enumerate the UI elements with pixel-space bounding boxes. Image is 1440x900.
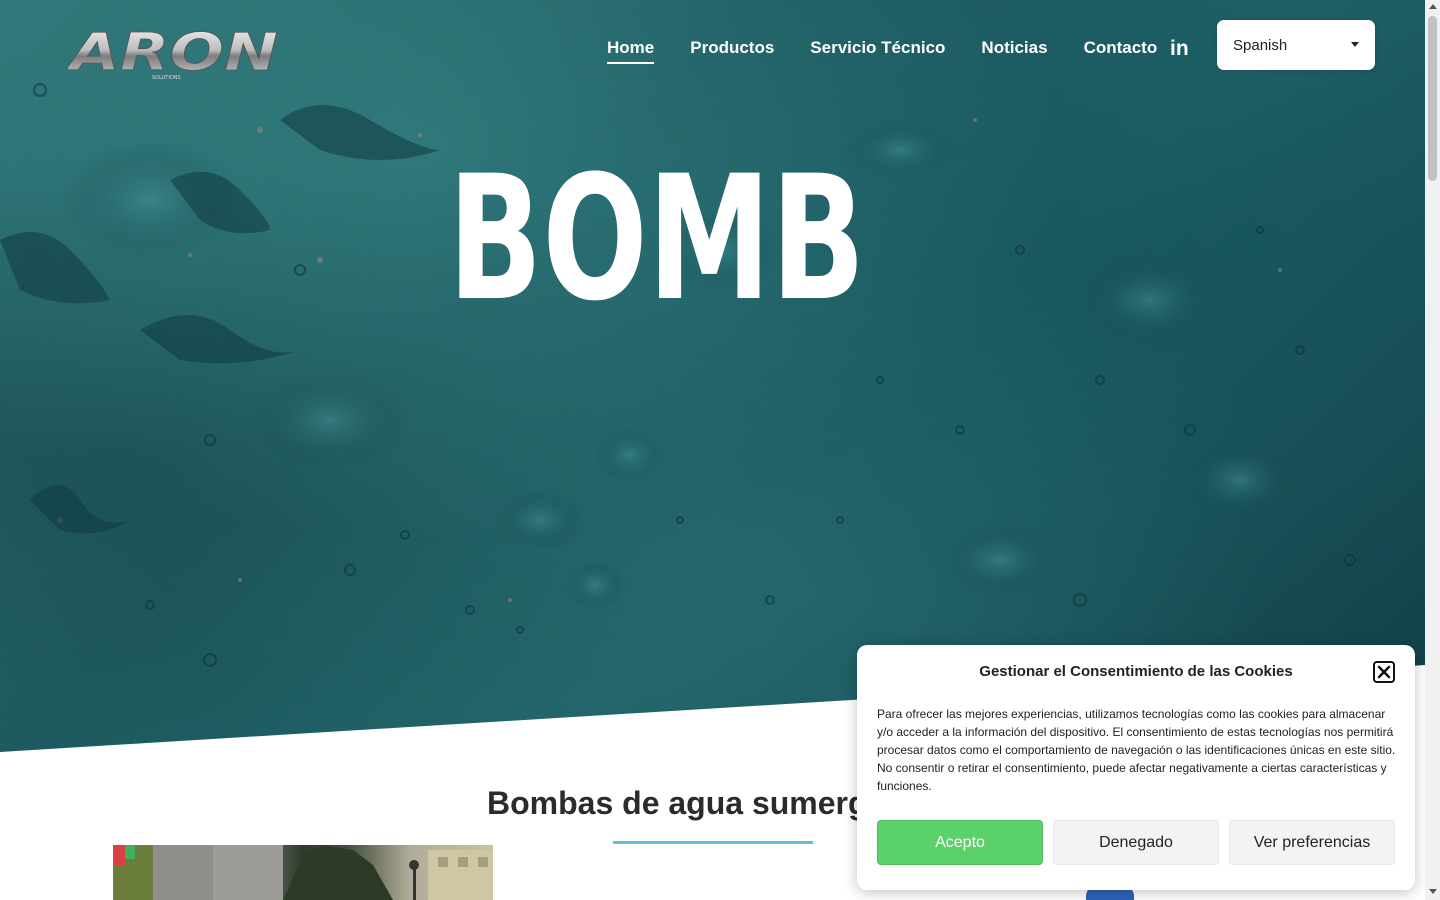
linkedin-icon-glyph: in bbox=[1170, 37, 1189, 60]
language-select[interactable]: Spanish bbox=[1217, 20, 1375, 70]
product-image[interactable] bbox=[113, 845, 493, 900]
scrollbar-thumb[interactable] bbox=[1428, 16, 1437, 181]
view-preferences-button[interactable]: Ver preferencias bbox=[1229, 820, 1395, 865]
nav-productos[interactable]: Productos bbox=[690, 38, 774, 64]
section-title: Bombas de agua sumerg bbox=[487, 785, 868, 821]
page-scrollbar[interactable] bbox=[1425, 0, 1440, 900]
close-glyph bbox=[1377, 665, 1391, 679]
aron-logo[interactable]: ARON SOLUTIONS bbox=[68, 18, 283, 82]
deny-cookies-button[interactable]: Denegado bbox=[1053, 820, 1219, 865]
main-nav: Home Productos Servicio Técnico Noticias… bbox=[607, 38, 1193, 64]
scroll-up-arrow-icon[interactable] bbox=[1429, 4, 1437, 9]
product-image-scene bbox=[113, 845, 493, 900]
nav-noticias[interactable]: Noticias bbox=[981, 38, 1047, 64]
nav-servicio-tecnico[interactable]: Servicio Técnico bbox=[810, 38, 945, 64]
accept-cookies-button[interactable]: Acepto bbox=[877, 820, 1043, 865]
logo-subtext: SOLUTIONS bbox=[152, 75, 181, 81]
cookie-consent-dialog: Gestionar el Consentimiento de las Cooki… bbox=[857, 645, 1415, 890]
logo-text: ARON bbox=[68, 23, 278, 82]
cookie-dialog-body: Para ofrecer las mejores experiencias, u… bbox=[877, 707, 1396, 793]
scroll-down-arrow-icon[interactable] bbox=[1429, 889, 1437, 894]
section-title-underline bbox=[613, 841, 813, 844]
nav-contacto[interactable]: Contacto bbox=[1084, 38, 1158, 64]
nav-home[interactable]: Home bbox=[607, 38, 655, 64]
language-select-value: Spanish bbox=[1233, 36, 1288, 54]
cookie-dialog-title: Gestionar el Consentimiento de las Cooki… bbox=[979, 663, 1293, 680]
chevron-down-icon bbox=[1351, 42, 1359, 47]
linkedin-icon[interactable]: in bbox=[1170, 38, 1190, 60]
close-icon[interactable] bbox=[1373, 661, 1395, 683]
